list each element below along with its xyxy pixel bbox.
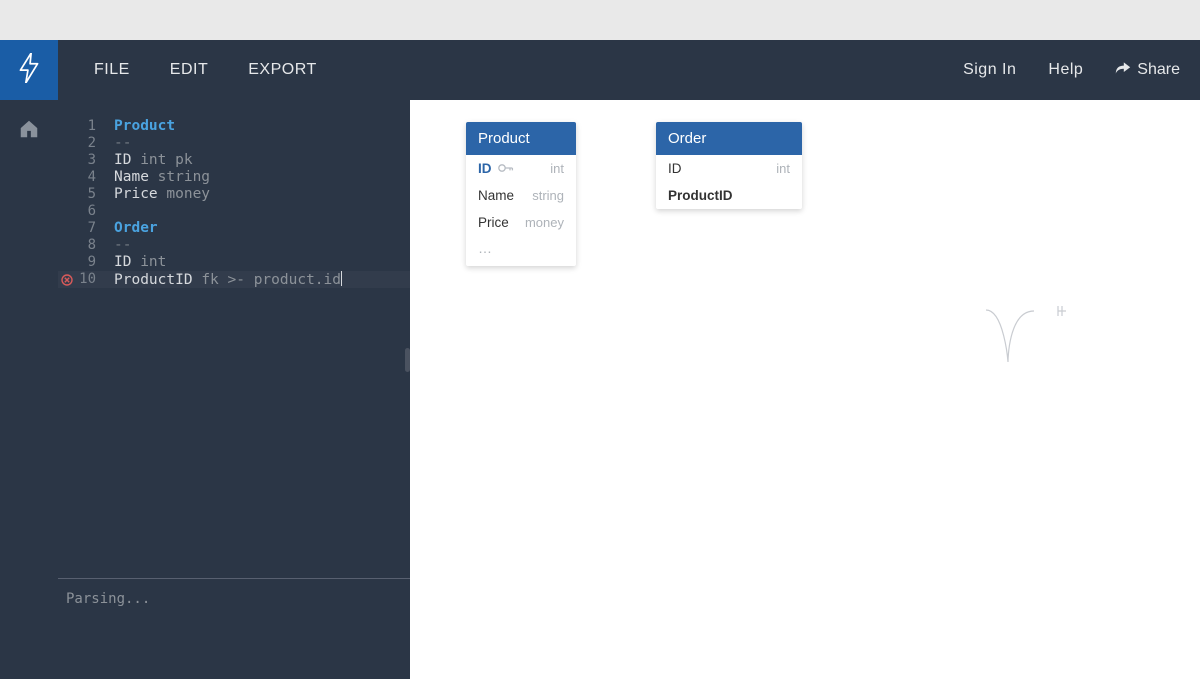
- code-line[interactable]: 7Order: [58, 220, 410, 237]
- code-editor-panel: 1Product2--3ID int pk4Name string5Price …: [58, 100, 410, 679]
- code-editor[interactable]: 1Product2--3ID int pk4Name string5Price …: [58, 100, 410, 578]
- column-type: string: [532, 188, 564, 203]
- line-number: 8: [76, 237, 96, 254]
- entity-title: Order: [656, 122, 802, 155]
- entity-title: Product: [466, 122, 576, 155]
- line-number: 1: [76, 118, 96, 135]
- text-cursor: [341, 271, 342, 286]
- key-icon: [498, 161, 514, 176]
- line-number: 3: [76, 152, 96, 169]
- share-label: Share: [1137, 61, 1180, 79]
- line-number: 10: [76, 271, 96, 288]
- line-content: Name string: [96, 169, 210, 186]
- code-line[interactable]: 3ID int pk: [58, 152, 410, 169]
- column-row[interactable]: ProductID: [656, 182, 802, 209]
- code-line[interactable]: 5Price money: [58, 186, 410, 203]
- column-row[interactable]: ID int: [656, 155, 802, 182]
- column-row[interactable]: Price money: [466, 209, 576, 236]
- status-text: Parsing...: [66, 591, 150, 607]
- line-number: 2: [76, 135, 96, 152]
- line-content: Order: [96, 220, 158, 237]
- app-logo[interactable]: [0, 40, 58, 100]
- column-name: Price: [478, 215, 509, 230]
- column-row[interactable]: Name string: [466, 182, 576, 209]
- code-line[interactable]: 6: [58, 203, 410, 220]
- browser-chrome-top: [0, 0, 1200, 40]
- line-number: 6: [76, 203, 96, 220]
- line-content: Product: [96, 118, 175, 135]
- line-content: ID int pk: [96, 152, 193, 169]
- line-content: [96, 203, 114, 220]
- line-content: --: [96, 135, 131, 152]
- share-icon: [1115, 61, 1131, 80]
- line-number: 4: [76, 169, 96, 186]
- menu-export[interactable]: EXPORT: [248, 61, 317, 79]
- relationship-line: [986, 280, 1068, 370]
- line-number: 7: [76, 220, 96, 237]
- column-type: int: [776, 161, 790, 176]
- code-line[interactable]: 2--: [58, 135, 410, 152]
- app-menubar: FILE EDIT EXPORT Sign In Help Share: [0, 40, 1200, 100]
- line-number: 9: [76, 254, 96, 271]
- diagram-canvas[interactable]: ProductIDintNamestringPricemoney…OrderID…: [410, 100, 1200, 679]
- column-name: ID: [478, 161, 492, 176]
- help-button[interactable]: Help: [1048, 61, 1083, 79]
- share-button[interactable]: Share: [1115, 61, 1180, 80]
- line-content: --: [96, 237, 131, 254]
- entity-product[interactable]: Product ID int Name string Price money …: [466, 122, 576, 266]
- column-name: ID: [668, 161, 682, 176]
- code-line[interactable]: 10ProductID fk >- product.id: [58, 271, 410, 288]
- error-icon: [58, 271, 76, 288]
- line-content: ProductID fk >- product.id: [96, 271, 342, 288]
- code-line[interactable]: 9ID int: [58, 254, 410, 271]
- column-row[interactable]: ID int: [466, 155, 576, 182]
- entity-order[interactable]: Order ID int ProductID: [656, 122, 802, 209]
- line-content: Price money: [96, 186, 210, 203]
- code-line[interactable]: 4Name string: [58, 169, 410, 186]
- column-name: ProductID: [668, 188, 733, 203]
- column-type: money: [525, 215, 564, 230]
- column-name: Name: [478, 188, 514, 203]
- line-number: 5: [76, 186, 96, 203]
- status-panel: Parsing...: [58, 579, 410, 679]
- column-type: int: [550, 161, 564, 176]
- bolt-icon: [16, 53, 42, 88]
- home-icon[interactable]: [18, 118, 40, 679]
- menu-edit[interactable]: EDIT: [170, 61, 208, 79]
- more-columns-indicator: …: [466, 236, 576, 266]
- line-content: ID int: [96, 254, 166, 271]
- signin-button[interactable]: Sign In: [963, 61, 1016, 79]
- code-line[interactable]: 8--: [58, 237, 410, 254]
- code-line[interactable]: 1Product: [58, 118, 410, 135]
- left-rail: [0, 100, 58, 679]
- menu-file[interactable]: FILE: [94, 61, 130, 79]
